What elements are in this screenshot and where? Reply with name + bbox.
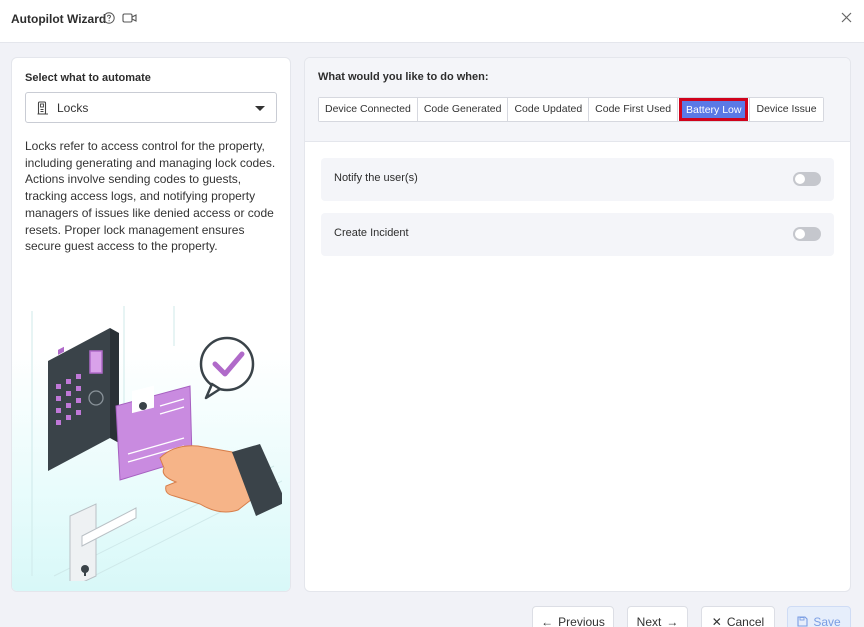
tab-device-issue[interactable]: Device Issue	[750, 98, 823, 121]
help-icon[interactable]	[103, 12, 115, 24]
lock-device-icon	[37, 101, 48, 115]
selected-value: Locks	[57, 101, 89, 115]
arrow-right-icon: →	[666, 615, 679, 627]
video-icon[interactable]	[122, 12, 137, 24]
trigger-header: What would you like to do when: Device C…	[305, 58, 850, 142]
select-label: Select what to automate	[25, 72, 151, 84]
next-button[interactable]: Next →	[627, 606, 688, 627]
close-icon: ✕	[711, 615, 722, 627]
create-incident-toggle[interactable]	[793, 227, 821, 241]
tab-code-generated[interactable]: Code Generated	[417, 98, 509, 121]
tab-device-connected[interactable]: Device Connected	[319, 98, 418, 121]
previous-button[interactable]: ← Previous	[532, 606, 614, 627]
notify-users-toggle[interactable]	[793, 172, 821, 186]
option-label: Notify the user(s)	[334, 172, 418, 184]
chevron-down-icon	[255, 106, 265, 111]
trigger-question: What would you like to do when:	[318, 71, 489, 83]
trigger-tabs: Device Connected Code Generated Code Upd…	[318, 97, 824, 122]
trigger-config-panel: What would you like to do when: Device C…	[304, 57, 851, 592]
arrow-left-icon: ←	[541, 615, 554, 627]
tab-code-updated[interactable]: Code Updated	[508, 98, 590, 121]
tab-code-first-used[interactable]: Code First Used	[589, 98, 679, 121]
option-create-incident: Create Incident	[321, 213, 834, 256]
toggle-knob	[795, 174, 805, 184]
save-button[interactable]: Save	[787, 606, 851, 627]
wizard-title: Autopilot Wizard	[11, 12, 107, 26]
option-label: Create Incident	[334, 227, 409, 239]
tab-battery-low[interactable]: Battery Low	[678, 98, 751, 121]
save-icon	[797, 616, 808, 627]
automation-type-panel: Select what to automate Locks Locks refe…	[11, 57, 291, 592]
cancel-button[interactable]: ✕ Cancel	[701, 606, 775, 627]
wizard-header: Autopilot Wizard	[0, 0, 864, 43]
toggle-knob	[795, 229, 805, 239]
automation-type-select[interactable]: Locks	[25, 92, 277, 123]
close-icon[interactable]	[840, 11, 853, 24]
tab-battery-low-label: Battery Low	[680, 99, 748, 120]
automation-description: Locks refer to access control for the pr…	[25, 139, 276, 254]
lock-access-illustration	[31, 306, 282, 581]
option-notify-users: Notify the user(s)	[321, 158, 834, 201]
